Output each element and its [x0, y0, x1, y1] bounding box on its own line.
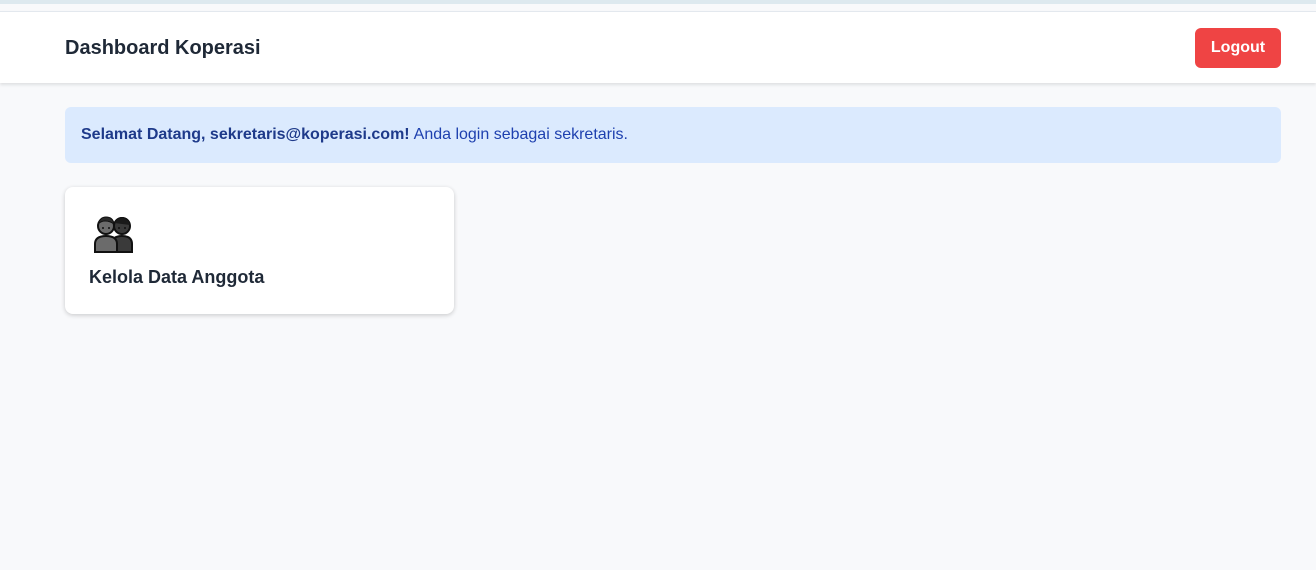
page-title: Dashboard Koperasi [65, 37, 261, 59]
navbar: Dashboard Koperasi Logout [0, 11, 1316, 83]
top-strip [0, 0, 1316, 4]
welcome-alert: Selamat Datang, sekretaris@koperasi.com!… [65, 107, 1281, 163]
welcome-greeting: Selamat Datang, sekretaris@koperasi.com! [81, 126, 410, 143]
logout-button[interactable]: Logout [1195, 28, 1281, 68]
card-label: Kelola Data Anggota [89, 267, 265, 287]
card-kelola-data-anggota[interactable]: Kelola Data Anggota [65, 187, 454, 314]
welcome-message: Anda login sebagai sekretaris. [413, 126, 628, 143]
people-icon [92, 213, 136, 253]
